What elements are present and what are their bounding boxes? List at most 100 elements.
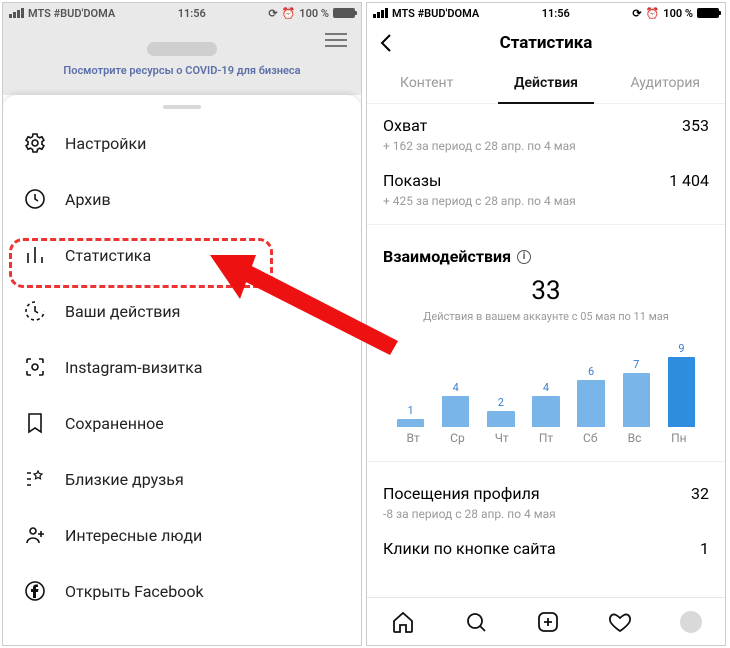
tab-audience[interactable]: Аудитория bbox=[606, 63, 725, 103]
profile-visits-value: 32 bbox=[691, 484, 709, 503]
reach-value: 353 bbox=[682, 116, 709, 135]
menu-label: Настройки bbox=[65, 134, 146, 153]
x-tick: Вт bbox=[391, 431, 435, 445]
page-title: Статистика bbox=[500, 33, 593, 53]
battery-icon bbox=[697, 8, 719, 18]
interactions-value: 33 bbox=[383, 276, 709, 306]
menu-item-saved[interactable]: Сохраненное bbox=[3, 395, 361, 451]
site-clicks-label: Клики по кнопке сайта bbox=[383, 539, 556, 558]
activity-icon bbox=[23, 299, 47, 323]
menu-item-facebook[interactable]: Открыть Facebook bbox=[3, 563, 361, 619]
menu-label: Близкие друзья bbox=[65, 470, 184, 489]
interactions-subtext: Действия в вашем аккаунте с 05 мая по 11… bbox=[383, 310, 709, 323]
clock: 11:56 bbox=[542, 7, 570, 20]
impressions-subtext: + 425 за период с 28 апр. по 4 мая bbox=[383, 194, 709, 208]
carrier-label: MTS #BUD'DOMA bbox=[28, 7, 115, 20]
profile-header-dimmed: Посмотрите ресурсы о COVID-19 для бизнес… bbox=[3, 23, 361, 95]
status-bar: MTS #BUD'DOMA 11:56 ⟳ ⏰ 100 % bbox=[367, 3, 725, 23]
menu-item-archive[interactable]: Архив bbox=[3, 171, 361, 227]
back-button[interactable] bbox=[375, 31, 399, 55]
impressions-section: Показы 1 404 + 425 за период с 28 апр. п… bbox=[367, 159, 725, 214]
menu-label: Открыть Facebook bbox=[65, 582, 204, 601]
x-tick: Пн bbox=[657, 431, 701, 445]
tab-content[interactable]: Контент bbox=[367, 63, 486, 103]
info-icon[interactable]: i bbox=[517, 250, 531, 264]
status-bar: MTS #BUD'DOMA 11:56 ⟳ ⏰ 100 % bbox=[3, 3, 361, 23]
chart-bar: 7 bbox=[617, 358, 656, 427]
bar-value-label: 4 bbox=[453, 381, 459, 394]
site-clicks-value: 1 bbox=[700, 539, 709, 558]
bar bbox=[577, 380, 604, 427]
interactions-section: Взаимодействия i 33 Действия в вашем акк… bbox=[367, 235, 725, 451]
x-tick: Сб bbox=[568, 431, 612, 445]
bookmark-icon bbox=[23, 411, 47, 435]
battery-icon bbox=[333, 8, 355, 18]
bar-value-label: 6 bbox=[588, 365, 594, 378]
menu-item-close-friends[interactable]: Близкие друзья bbox=[3, 451, 361, 507]
bottom-nav bbox=[367, 597, 725, 645]
bar-value-label: 2 bbox=[498, 396, 504, 409]
phone-right: MTS #BUD'DOMA 11:56 ⟳ ⏰ 100 % Статистика… bbox=[366, 2, 726, 646]
menu-item-nametag[interactable]: Instagram-визитка bbox=[3, 339, 361, 395]
signal-icon bbox=[9, 8, 24, 18]
home-icon[interactable] bbox=[390, 609, 416, 635]
menu-label: Статистика bbox=[65, 246, 151, 265]
site-clicks-section: Клики по кнопке сайта 1 bbox=[367, 527, 725, 564]
alarm-icon: ⏰ bbox=[282, 7, 296, 20]
archive-icon bbox=[23, 187, 47, 211]
hamburger-icon[interactable] bbox=[325, 33, 347, 47]
menu-item-stats[interactable]: Статистика bbox=[3, 227, 361, 283]
facebook-icon bbox=[23, 579, 47, 603]
interactions-label: Взаимодействия bbox=[383, 247, 511, 266]
phone-left: MTS #BUD'DOMA 11:56 ⟳ ⏰ 100 % Посмотрите… bbox=[2, 2, 362, 646]
menu-label: Сохраненное bbox=[65, 414, 164, 433]
x-tick: Ср bbox=[435, 431, 479, 445]
bar bbox=[397, 419, 424, 427]
clock: 11:56 bbox=[178, 7, 206, 20]
insights-body: Контент Действия Аудитория Охват 353 + 1… bbox=[367, 63, 725, 597]
tab-actions[interactable]: Действия bbox=[486, 63, 605, 103]
create-icon[interactable] bbox=[535, 609, 561, 635]
menu-label: Интересные люди bbox=[65, 526, 202, 545]
covid-banner[interactable]: Посмотрите ресурсы о COVID-19 для бизнес… bbox=[63, 64, 300, 77]
profile-avatar[interactable] bbox=[680, 611, 702, 633]
heart-icon[interactable] bbox=[607, 609, 633, 635]
rotation-lock-icon: ⟳ bbox=[268, 7, 277, 20]
battery-pct: 100 % bbox=[663, 7, 693, 20]
gear-icon bbox=[23, 131, 47, 155]
impressions-value: 1 404 bbox=[669, 171, 709, 190]
settings-menu: Настройки Архив Статистика Ваши действия bbox=[3, 115, 361, 619]
username-pill bbox=[147, 42, 217, 56]
divider bbox=[367, 224, 725, 225]
nav-bar: Статистика bbox=[367, 23, 725, 63]
close-friends-icon bbox=[23, 467, 47, 491]
reach-label: Охват bbox=[383, 116, 427, 135]
discover-people-icon bbox=[23, 523, 47, 547]
menu-item-activity[interactable]: Ваши действия bbox=[3, 283, 361, 339]
alarm-icon: ⏰ bbox=[646, 7, 660, 20]
bar bbox=[532, 396, 559, 427]
settings-sheet: Настройки Архив Статистика Ваши действия bbox=[3, 95, 361, 645]
x-tick: Вс bbox=[612, 431, 656, 445]
signal-icon bbox=[373, 8, 388, 18]
qr-icon bbox=[23, 355, 47, 379]
menu-item-discover[interactable]: Интересные люди bbox=[3, 507, 361, 563]
bar bbox=[668, 357, 695, 427]
carrier-label: MTS #BUD'DOMA bbox=[392, 7, 479, 20]
rotation-lock-icon: ⟳ bbox=[632, 7, 641, 20]
bar-value-label: 4 bbox=[543, 381, 549, 394]
bar-value-label: 7 bbox=[633, 358, 639, 371]
bar bbox=[623, 373, 650, 427]
grab-handle[interactable] bbox=[163, 105, 201, 109]
bar-value-label: 1 bbox=[407, 404, 413, 417]
profile-visits-subtext: -8 за период с 28 апр. по 4 мая bbox=[383, 507, 709, 521]
chart-bar: 4 bbox=[526, 381, 565, 427]
stats-icon bbox=[23, 243, 47, 267]
impressions-label: Показы bbox=[383, 171, 441, 190]
chart-bar: 4 bbox=[436, 381, 475, 427]
menu-label: Instagram-визитка bbox=[65, 358, 202, 377]
menu-item-settings[interactable]: Настройки bbox=[3, 115, 361, 171]
search-icon[interactable] bbox=[463, 609, 489, 635]
reach-subtext: + 162 за период с 28 апр. по 4 мая bbox=[383, 139, 709, 153]
divider bbox=[367, 461, 725, 462]
